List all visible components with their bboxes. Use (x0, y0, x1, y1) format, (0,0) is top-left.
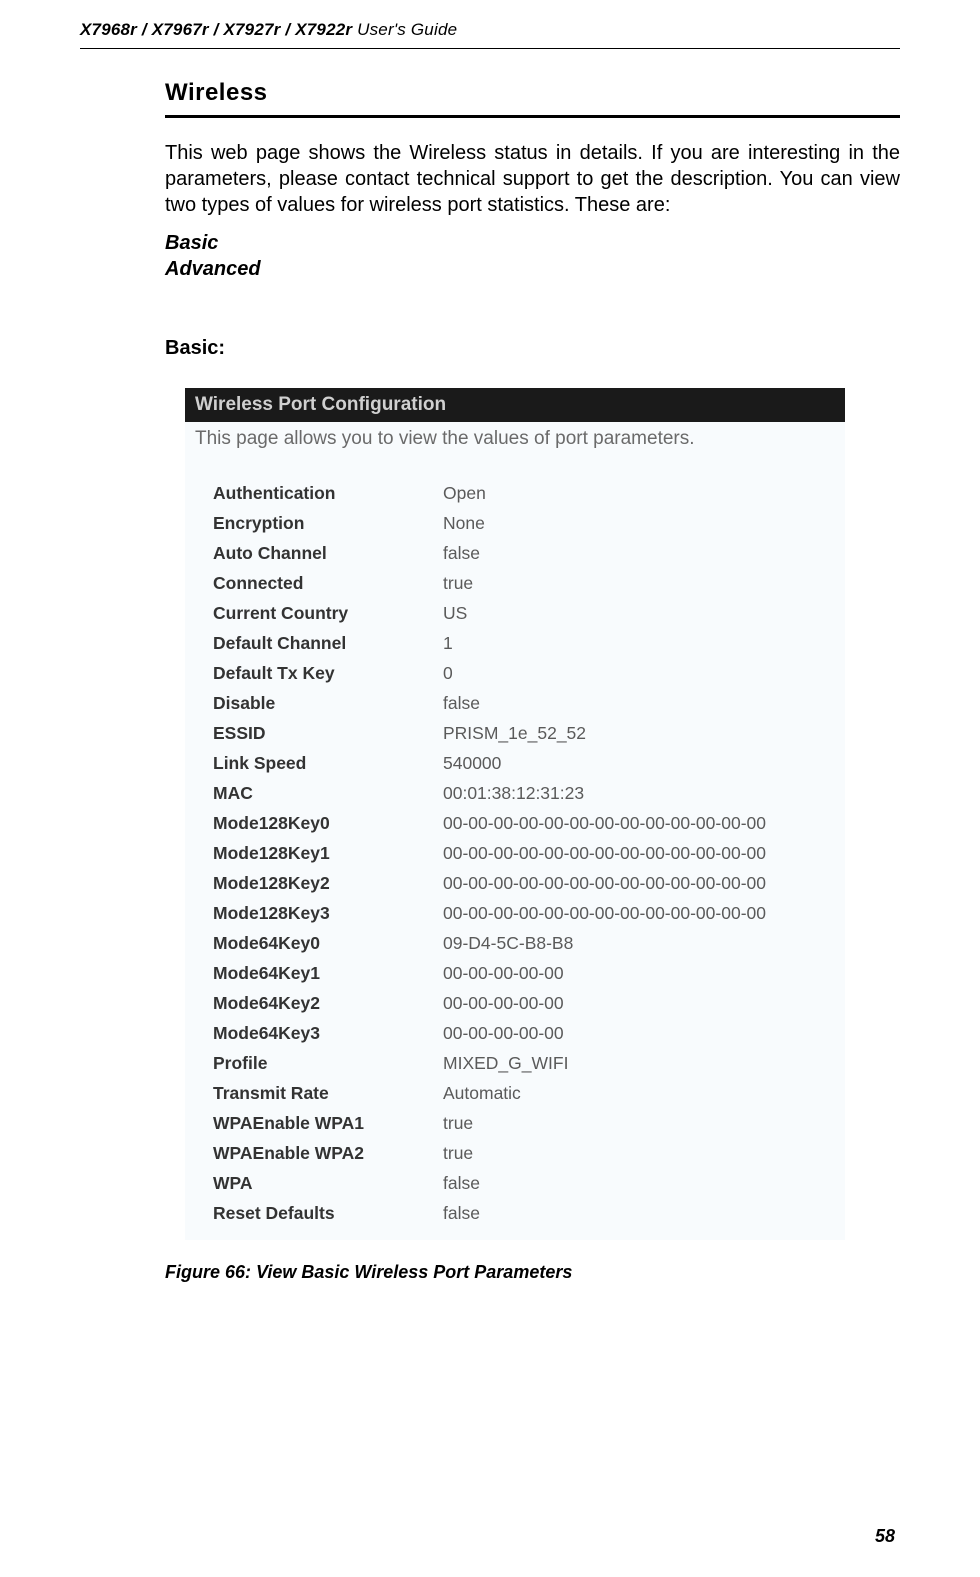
table-row: Auto Channelfalse (213, 538, 766, 568)
param-label: Default Tx Key (213, 658, 443, 688)
table-row: EncryptionNone (213, 508, 766, 538)
param-label: Link Speed (213, 748, 443, 778)
param-label: WPAEnable WPA1 (213, 1108, 443, 1138)
panel-description: This page allows you to view the values … (185, 422, 845, 478)
param-value: 00-00-00-00-00-00-00-00-00-00-00-00-00 (443, 898, 766, 928)
table-row: Current CountryUS (213, 598, 766, 628)
panel-title: Wireless Port Configuration (185, 388, 845, 422)
param-label: Mode64Key2 (213, 988, 443, 1018)
table-row: Mode128Key000-00-00-00-00-00-00-00-00-00… (213, 808, 766, 838)
param-label: Current Country (213, 598, 443, 628)
table-row: Default Channel1 (213, 628, 766, 658)
figure-caption: Figure 66: View Basic Wireless Port Para… (165, 1262, 900, 1283)
param-label: WPAEnable WPA2 (213, 1138, 443, 1168)
param-value: true (443, 568, 766, 598)
param-value: Open (443, 478, 766, 508)
table-row: Default Tx Key0 (213, 658, 766, 688)
table-row: WPAEnable WPA1true (213, 1108, 766, 1138)
param-value: true (443, 1138, 766, 1168)
param-value: 00-00-00-00-00-00-00-00-00-00-00-00-00 (443, 868, 766, 898)
param-value: None (443, 508, 766, 538)
table-row: Mode64Key300-00-00-00-00 (213, 1018, 766, 1048)
param-label: Authentication (213, 478, 443, 508)
param-value: 00-00-00-00-00 (443, 1018, 766, 1048)
param-label: Mode128Key1 (213, 838, 443, 868)
param-value: 540000 (443, 748, 766, 778)
param-value: false (443, 1198, 766, 1228)
table-row: AuthenticationOpen (213, 478, 766, 508)
param-value: 00-00-00-00-00-00-00-00-00-00-00-00-00 (443, 838, 766, 868)
table-row: Mode64Key200-00-00-00-00 (213, 988, 766, 1018)
param-label: Disable (213, 688, 443, 718)
link-basic[interactable]: Basic (165, 230, 900, 256)
section-title: Wireless (165, 79, 900, 118)
table-row: Transmit RateAutomatic (213, 1078, 766, 1108)
param-value: Automatic (443, 1078, 766, 1108)
table-row: Mode128Key100-00-00-00-00-00-00-00-00-00… (213, 838, 766, 868)
param-value: PRISM_1e_52_52 (443, 718, 766, 748)
header-models: X7968r / X7967r / X7927r / X7922r (80, 20, 352, 39)
document-header: X7968r / X7967r / X7927r / X7922r User's… (80, 20, 900, 49)
table-row: WPAEnable WPA2true (213, 1138, 766, 1168)
table-row: Disablefalse (213, 688, 766, 718)
wireless-config-panel: Wireless Port Configuration This page al… (185, 388, 845, 1240)
param-value: false (443, 688, 766, 718)
table-row: Reset Defaultsfalse (213, 1198, 766, 1228)
param-label: WPA (213, 1168, 443, 1198)
table-row: ESSIDPRISM_1e_52_52 (213, 718, 766, 748)
page-number: 58 (875, 1526, 895, 1547)
param-value: 1 (443, 628, 766, 658)
table-row: Mode64Key009-D4-5C-B8-B8 (213, 928, 766, 958)
param-value: 00-00-00-00-00 (443, 988, 766, 1018)
param-label: Profile (213, 1048, 443, 1078)
param-value: US (443, 598, 766, 628)
table-row: Link Speed540000 (213, 748, 766, 778)
table-row: Connectedtrue (213, 568, 766, 598)
param-label: Connected (213, 568, 443, 598)
link-advanced[interactable]: Advanced (165, 256, 900, 282)
param-label: MAC (213, 778, 443, 808)
table-row: Mode64Key100-00-00-00-00 (213, 958, 766, 988)
table-row: WPAfalse (213, 1168, 766, 1198)
param-label: Mode64Key1 (213, 958, 443, 988)
param-label: Mode128Key3 (213, 898, 443, 928)
param-value: false (443, 538, 766, 568)
param-value: false (443, 1168, 766, 1198)
param-label: Mode128Key0 (213, 808, 443, 838)
table-row: Mode128Key300-00-00-00-00-00-00-00-00-00… (213, 898, 766, 928)
param-value: 00-00-00-00-00 (443, 958, 766, 988)
param-label: Mode64Key0 (213, 928, 443, 958)
subheading-basic: Basic: (165, 337, 900, 360)
table-row: MAC00:01:38:12:31:23 (213, 778, 766, 808)
table-row: ProfileMIXED_G_WIFI (213, 1048, 766, 1078)
table-row: Mode128Key200-00-00-00-00-00-00-00-00-00… (213, 868, 766, 898)
param-value: MIXED_G_WIFI (443, 1048, 766, 1078)
param-label: Reset Defaults (213, 1198, 443, 1228)
param-label: Mode64Key3 (213, 1018, 443, 1048)
param-value: true (443, 1108, 766, 1138)
parameters-table: AuthenticationOpenEncryptionNoneAuto Cha… (213, 478, 766, 1228)
param-value: 00-00-00-00-00-00-00-00-00-00-00-00-00 (443, 808, 766, 838)
header-guide: User's Guide (352, 20, 457, 39)
param-label: Mode128Key2 (213, 868, 443, 898)
param-label: Encryption (213, 508, 443, 538)
param-value: 0 (443, 658, 766, 688)
param-label: ESSID (213, 718, 443, 748)
param-label: Default Channel (213, 628, 443, 658)
param-value: 00:01:38:12:31:23 (443, 778, 766, 808)
param-value: 09-D4-5C-B8-B8 (443, 928, 766, 958)
param-label: Auto Channel (213, 538, 443, 568)
param-label: Transmit Rate (213, 1078, 443, 1108)
intro-paragraph: This web page shows the Wireless status … (165, 140, 900, 218)
